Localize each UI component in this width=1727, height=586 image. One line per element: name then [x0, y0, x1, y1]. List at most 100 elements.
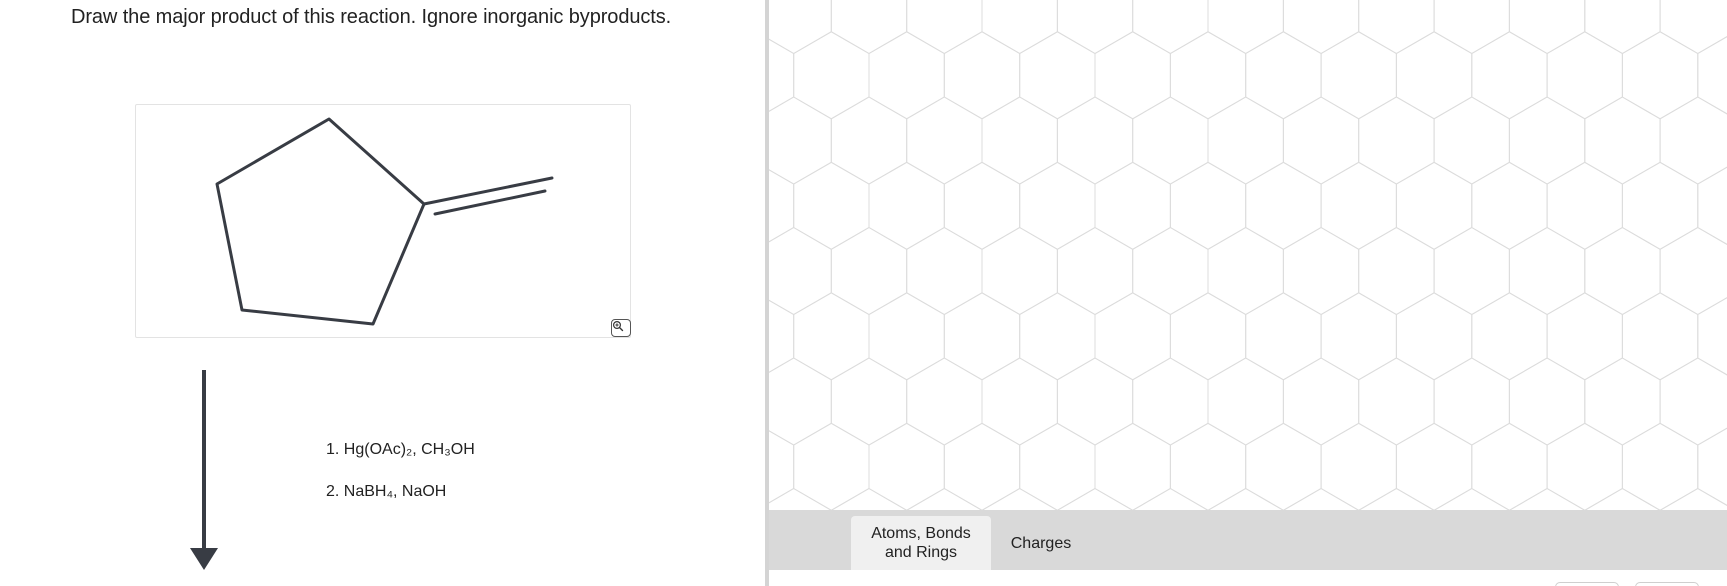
grid-hexagon: [1320, 422, 1397, 510]
grid-hexagon: [1207, 226, 1284, 316]
grid-hexagon: [1019, 31, 1096, 120]
grid-hexagon: [1320, 292, 1397, 381]
grid-hexagon: [1245, 31, 1322, 120]
grid-hexagon: [1358, 0, 1435, 55]
grid-hexagon: [1358, 487, 1435, 510]
grid-hexagon: [943, 292, 1021, 381]
grid-hexagon: [1659, 226, 1727, 316]
grid-hexagon: [1282, 0, 1360, 55]
grid-hexagon: [1245, 161, 1322, 250]
cyclopentane-ring: [215, 117, 426, 326]
tab-atoms-bonds-rings-label: Atoms, Bonds and Rings: [866, 524, 976, 562]
footer-button-left[interactable]: [1555, 582, 1619, 586]
grid-hexagon: [830, 357, 908, 446]
grid-hexagon: [769, 38, 795, 112]
grid-hexagon: [1094, 161, 1171, 250]
grid-hexagon: [1245, 292, 1322, 381]
grid-hexagon: [1433, 357, 1510, 446]
grid-hexagon: [1546, 31, 1623, 120]
footer-button-right[interactable]: [1635, 582, 1699, 586]
grid-hexagon: [1659, 357, 1727, 446]
grid-hexagon: [1508, 487, 1586, 510]
grid-hexagon: [1056, 96, 1134, 185]
grid-hexagon: [1358, 226, 1435, 316]
grid-hexagon: [1207, 96, 1284, 185]
grid-hexagon: [1132, 0, 1209, 55]
grid-hexagon: [1207, 487, 1284, 510]
question-pane: Draw the major product of this reaction.…: [0, 0, 766, 586]
exocyclic-double-bond-inner: [433, 189, 547, 216]
grid-hexagon: [1132, 96, 1209, 185]
grid-hexagon: [1584, 96, 1661, 185]
grid-hexagon: [1358, 96, 1435, 185]
grid-hexagon: [1546, 161, 1623, 250]
grid-hexagon: [769, 96, 832, 185]
grid-hexagon: [1169, 31, 1247, 120]
tab-label-line-1: Atoms, Bonds: [871, 525, 971, 542]
question-prompt: Draw the major product of this reaction.…: [71, 6, 672, 28]
grid-hexagon: [1207, 357, 1284, 446]
grid-hexagon: [1056, 487, 1134, 510]
grid-hexagon: [1132, 487, 1209, 510]
grid-hexagon: [830, 96, 908, 185]
magnifier-plus-icon: [612, 320, 624, 332]
grid-hexagon: [1282, 487, 1360, 510]
grid-hexagon: [1282, 226, 1360, 316]
tab-charges-label: Charges: [1010, 534, 1072, 552]
grid-hexagon: [1471, 161, 1548, 250]
grid-hexagon: [1471, 422, 1548, 510]
tab-charges[interactable]: Charges: [1001, 516, 1081, 570]
grid-hexagon: [1395, 292, 1473, 381]
drawing-toolbar: Atoms, Bonds and Rings Charges: [769, 510, 1727, 570]
grid-hexagon: [1508, 0, 1586, 55]
grid-hexagon: [1659, 0, 1727, 55]
drawing-canvas[interactable]: [769, 0, 1727, 510]
grid-hexagon: [1395, 161, 1473, 250]
reactant-structure: [215, 117, 554, 326]
grid-hexagon: [1169, 292, 1247, 381]
grid-hexagon: [769, 226, 832, 316]
grid-hexagon: [769, 357, 832, 446]
grid-hexagon: [1659, 96, 1727, 185]
grid-hexagon: [1395, 31, 1473, 120]
reactant-structure-box: [135, 104, 631, 338]
grid-hexagon: [1433, 487, 1510, 510]
exocyclic-double-bond-outer: [422, 176, 554, 206]
grid-hexagon: [1508, 357, 1586, 446]
grid-hexagon: [906, 226, 983, 316]
toolbar-footer: [769, 570, 1727, 586]
grid-hexagon: [793, 292, 870, 381]
tab-atoms-bonds-rings[interactable]: Atoms, Bonds and Rings: [851, 516, 991, 570]
grid-hexagon: [1056, 226, 1134, 316]
grid-hexagon: [1094, 422, 1171, 510]
grid-hexagon: [1320, 31, 1397, 120]
grid-hexagon: [769, 487, 832, 510]
grid-hexagon: [1621, 31, 1699, 120]
grid-hexagon: [1207, 0, 1284, 55]
zoom-button[interactable]: [611, 319, 631, 337]
grid-hexagon: [1019, 161, 1096, 250]
grid-hexagon: [1508, 96, 1586, 185]
grid-hexagon: [906, 0, 983, 55]
grid-hexagon: [906, 487, 983, 510]
grid-hexagon: [943, 161, 1021, 250]
condition-step-1: 1. Hg(OAc)₂, CH₃OH: [326, 441, 475, 458]
grid-hexagon: [769, 299, 795, 373]
grid-hexagon: [1433, 96, 1510, 185]
grid-hexagon: [1621, 292, 1699, 381]
grid-hexagon: [1546, 422, 1623, 510]
grid-hexagon: [868, 292, 945, 381]
grid-hexagon: [1471, 31, 1548, 120]
grid-hexagon: [981, 357, 1058, 446]
grid-hexagon: [830, 487, 908, 510]
tab-label-line-2: and Rings: [884, 544, 958, 561]
grid-hexagon: [1132, 357, 1209, 446]
hexagon-grid: [769, 0, 1727, 510]
grid-hexagon: [1621, 422, 1699, 510]
grid-hexagon: [793, 31, 870, 120]
grid-hexagon: [1169, 161, 1247, 250]
grid-hexagon: [981, 487, 1058, 510]
grid-hexagon: [1433, 226, 1510, 316]
grid-hexagon: [1659, 487, 1727, 510]
grid-hexagon: [981, 0, 1058, 55]
